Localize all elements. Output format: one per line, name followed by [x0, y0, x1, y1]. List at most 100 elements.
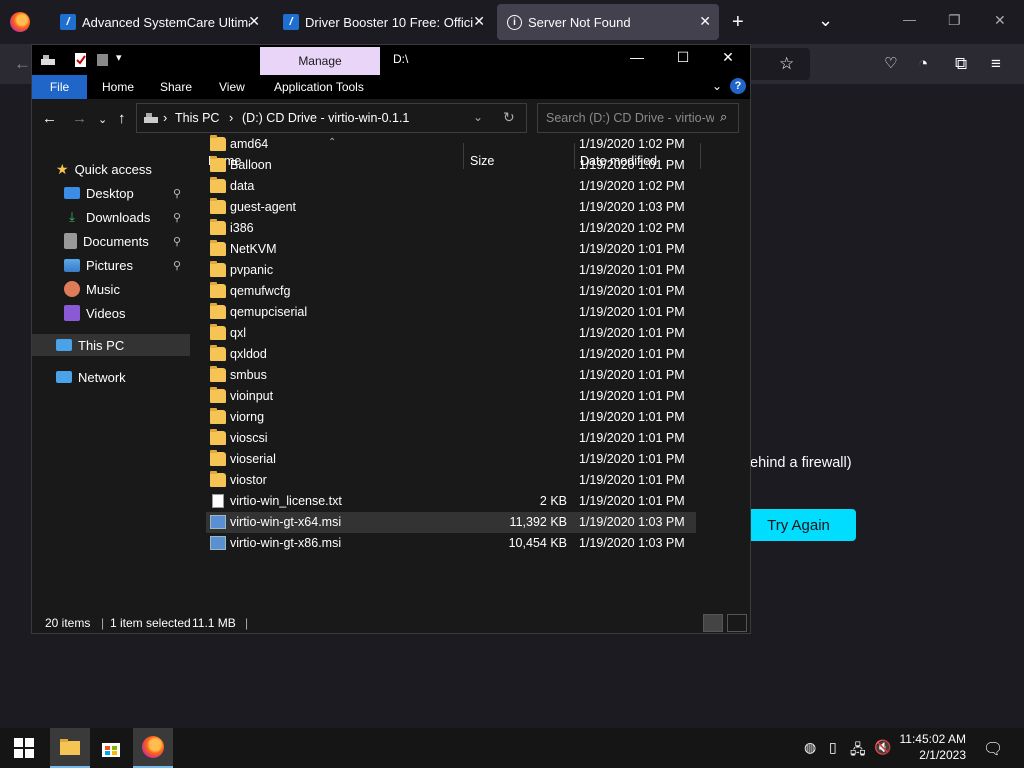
ribbon-tab-file[interactable]: File	[32, 75, 87, 99]
properties-icon[interactable]	[74, 53, 88, 67]
ribbon-tab-share[interactable]: Share	[160, 80, 192, 94]
tab-advanced-systemcare[interactable]: / Advanced SystemCare Ultimate ✕	[50, 4, 268, 40]
close-icon[interactable]: ✕	[713, 49, 743, 66]
new-tab-button[interactable]: +	[732, 11, 744, 34]
tab-server-not-found[interactable]: i Server Not Found ✕	[497, 4, 719, 40]
back-arrow-icon[interactable]: ←	[14, 54, 31, 74]
pocket-icon[interactable]: ♡	[884, 54, 897, 72]
file-row[interactable]: qemupciserial 1/19/2020 1:01 PM	[206, 302, 696, 323]
item-count: 20 items	[45, 616, 91, 630]
file-row[interactable]: virtio-win-gt-x64.msi 11,392 KB 1/19/2020 …	[206, 512, 696, 533]
pin-icon[interactable]: ⚲	[173, 235, 181, 248]
file-row[interactable]: data 1/19/2020 1:02 PM	[206, 176, 696, 197]
file-name: qxl	[230, 326, 246, 340]
address-dropdown-icon[interactable]: ⌄	[473, 110, 483, 124]
nav-downloads[interactable]: ⤓ Downloads ⚲	[32, 206, 190, 228]
nav-videos[interactable]: Videos	[32, 302, 190, 324]
recent-locations-icon[interactable]: ⌄	[98, 113, 107, 126]
taskbar-firefox[interactable]	[133, 728, 173, 768]
address-bar[interactable]: › This PC › (D:) CD Drive - virtio-win-0…	[136, 103, 527, 133]
maximize-icon[interactable]: ☐	[668, 49, 698, 66]
usb-eject-icon[interactable]: ▯	[829, 739, 837, 756]
nav-quick-access[interactable]: ★ Quick access	[32, 158, 190, 180]
start-button[interactable]	[4, 728, 44, 768]
try-again-button[interactable]: Try Again	[741, 509, 856, 541]
browser-close-button[interactable]: ✕	[994, 12, 1006, 29]
file-row[interactable]: viostor 1/19/2020 1:01 PM	[206, 470, 696, 491]
browser-restore-button[interactable]: ❐	[948, 12, 961, 29]
refresh-icon[interactable]: ↻	[503, 109, 515, 126]
folder-icon	[210, 219, 226, 235]
edge-tray-icon[interactable]: ◍	[804, 739, 816, 756]
file-row[interactable]: NetKVM 1/19/2020 1:01 PM	[206, 239, 696, 260]
back-icon[interactable]: ←	[42, 110, 57, 127]
ribbon-tab-view[interactable]: View	[219, 80, 245, 94]
nav-music[interactable]: Music	[32, 278, 190, 300]
file-row[interactable]: smbus 1/19/2020 1:01 PM	[206, 365, 696, 386]
file-row[interactable]: qemufwcfg 1/19/2020 1:01 PM	[206, 281, 696, 302]
file-row[interactable]: vioserial 1/19/2020 1:01 PM	[206, 449, 696, 470]
volume-muted-icon[interactable]: 🔇	[874, 739, 891, 756]
folder-icon	[210, 408, 226, 424]
file-row[interactable]: guest-agent 1/19/2020 1:03 PM	[206, 197, 696, 218]
column-divider[interactable]	[700, 143, 701, 169]
file-row[interactable]: i386 1/19/2020 1:02 PM	[206, 218, 696, 239]
tab-driver-booster[interactable]: / Driver Booster 10 Free: Official F ✕	[273, 4, 493, 40]
close-tab-icon[interactable]: ✕	[699, 13, 711, 30]
file-date: 1/19/2020 1:01 PM	[579, 452, 685, 466]
forward-icon[interactable]: →	[72, 110, 87, 127]
expand-ribbon-icon[interactable]: ⌄	[712, 79, 722, 93]
file-row[interactable]: viorng 1/19/2020 1:01 PM	[206, 407, 696, 428]
computer-icon	[56, 339, 72, 351]
up-icon[interactable]: ↑	[118, 110, 126, 127]
nav-network[interactable]: Network	[32, 366, 190, 388]
taskbar-store[interactable]	[91, 728, 131, 768]
status-bar: 20 items | 1 item selected 11.1 MB |	[32, 611, 750, 633]
pin-icon[interactable]: ⚲	[173, 211, 181, 224]
manage-tab[interactable]: Manage	[260, 47, 380, 75]
details-view-button[interactable]	[703, 614, 723, 632]
file-row[interactable]: pvpanic 1/19/2020 1:01 PM	[206, 260, 696, 281]
file-row[interactable]: vioscsi 1/19/2020 1:01 PM	[206, 428, 696, 449]
clock[interactable]: 11:45:02 AM 2/1/2023	[900, 731, 967, 763]
pin-icon[interactable]: ⚲	[173, 187, 181, 200]
file-row[interactable]: Balloon 1/19/2020 1:01 PM	[206, 155, 696, 176]
nav-documents[interactable]: Documents ⚲	[32, 230, 190, 252]
menu-icon[interactable]: ≡	[991, 54, 1001, 74]
nav-this-pc[interactable]: This PC	[32, 334, 190, 356]
file-row[interactable]: qxl 1/19/2020 1:01 PM	[206, 323, 696, 344]
file-date: 1/19/2020 1:01 PM	[579, 473, 685, 487]
minimize-icon[interactable]: —	[622, 49, 652, 65]
file-row[interactable]: virtio-win_license.txt 2 KB 1/19/2020 1:01…	[206, 491, 696, 512]
breadcrumb-drive[interactable]: (D:) CD Drive - virtio-win-0.1.1	[242, 111, 409, 125]
quick-access-dropdown-icon[interactable]: ▾	[116, 51, 122, 64]
file-name: qxldod	[230, 347, 267, 361]
firefox-logo-icon[interactable]	[10, 12, 30, 32]
account-icon[interactable]: ◔	[918, 54, 928, 74]
close-tab-icon[interactable]: ✕	[248, 13, 260, 30]
file-row[interactable]: vioinput 1/19/2020 1:01 PM	[206, 386, 696, 407]
file-row[interactable]: virtio-win-gt-x86.msi 10,454 KB 1/19/2020 …	[206, 533, 696, 554]
bookmark-star-icon[interactable]: ☆	[779, 54, 794, 74]
large-icons-view-button[interactable]	[727, 614, 747, 632]
nav-pictures[interactable]: Pictures ⚲	[32, 254, 190, 276]
close-tab-icon[interactable]: ✕	[473, 13, 485, 30]
network-tray-icon[interactable]: 🖧	[850, 739, 866, 763]
notifications-icon[interactable]: 🗨	[983, 739, 1003, 759]
file-name: viorng	[230, 410, 265, 424]
breadcrumb-this-pc[interactable]: This PC	[175, 111, 219, 125]
help-icon[interactable]: ?	[730, 78, 746, 94]
nav-desktop[interactable]: Desktop ⚲	[32, 182, 190, 204]
browser-minimize-button[interactable]: —	[903, 12, 916, 27]
search-box[interactable]: Search (D:) CD Drive - virtio-win-0.1.1 …	[537, 103, 739, 133]
list-all-tabs-button[interactable]: ⌄	[818, 10, 833, 31]
extensions-icon[interactable]: ⧉	[955, 54, 967, 74]
file-row[interactable]: qxldod 1/19/2020 1:01 PM	[206, 344, 696, 365]
pin-icon[interactable]: ⚲	[173, 259, 181, 272]
new-folder-icon[interactable]	[96, 53, 110, 67]
ribbon-tab-home[interactable]: Home	[102, 80, 134, 94]
file-row[interactable]: amd64 1/19/2020 1:02 PM	[206, 134, 696, 155]
file-date: 1/19/2020 1:01 PM	[579, 284, 685, 298]
taskbar-file-explorer[interactable]	[50, 728, 90, 768]
ribbon-tab-application-tools[interactable]: Application Tools	[274, 80, 364, 94]
